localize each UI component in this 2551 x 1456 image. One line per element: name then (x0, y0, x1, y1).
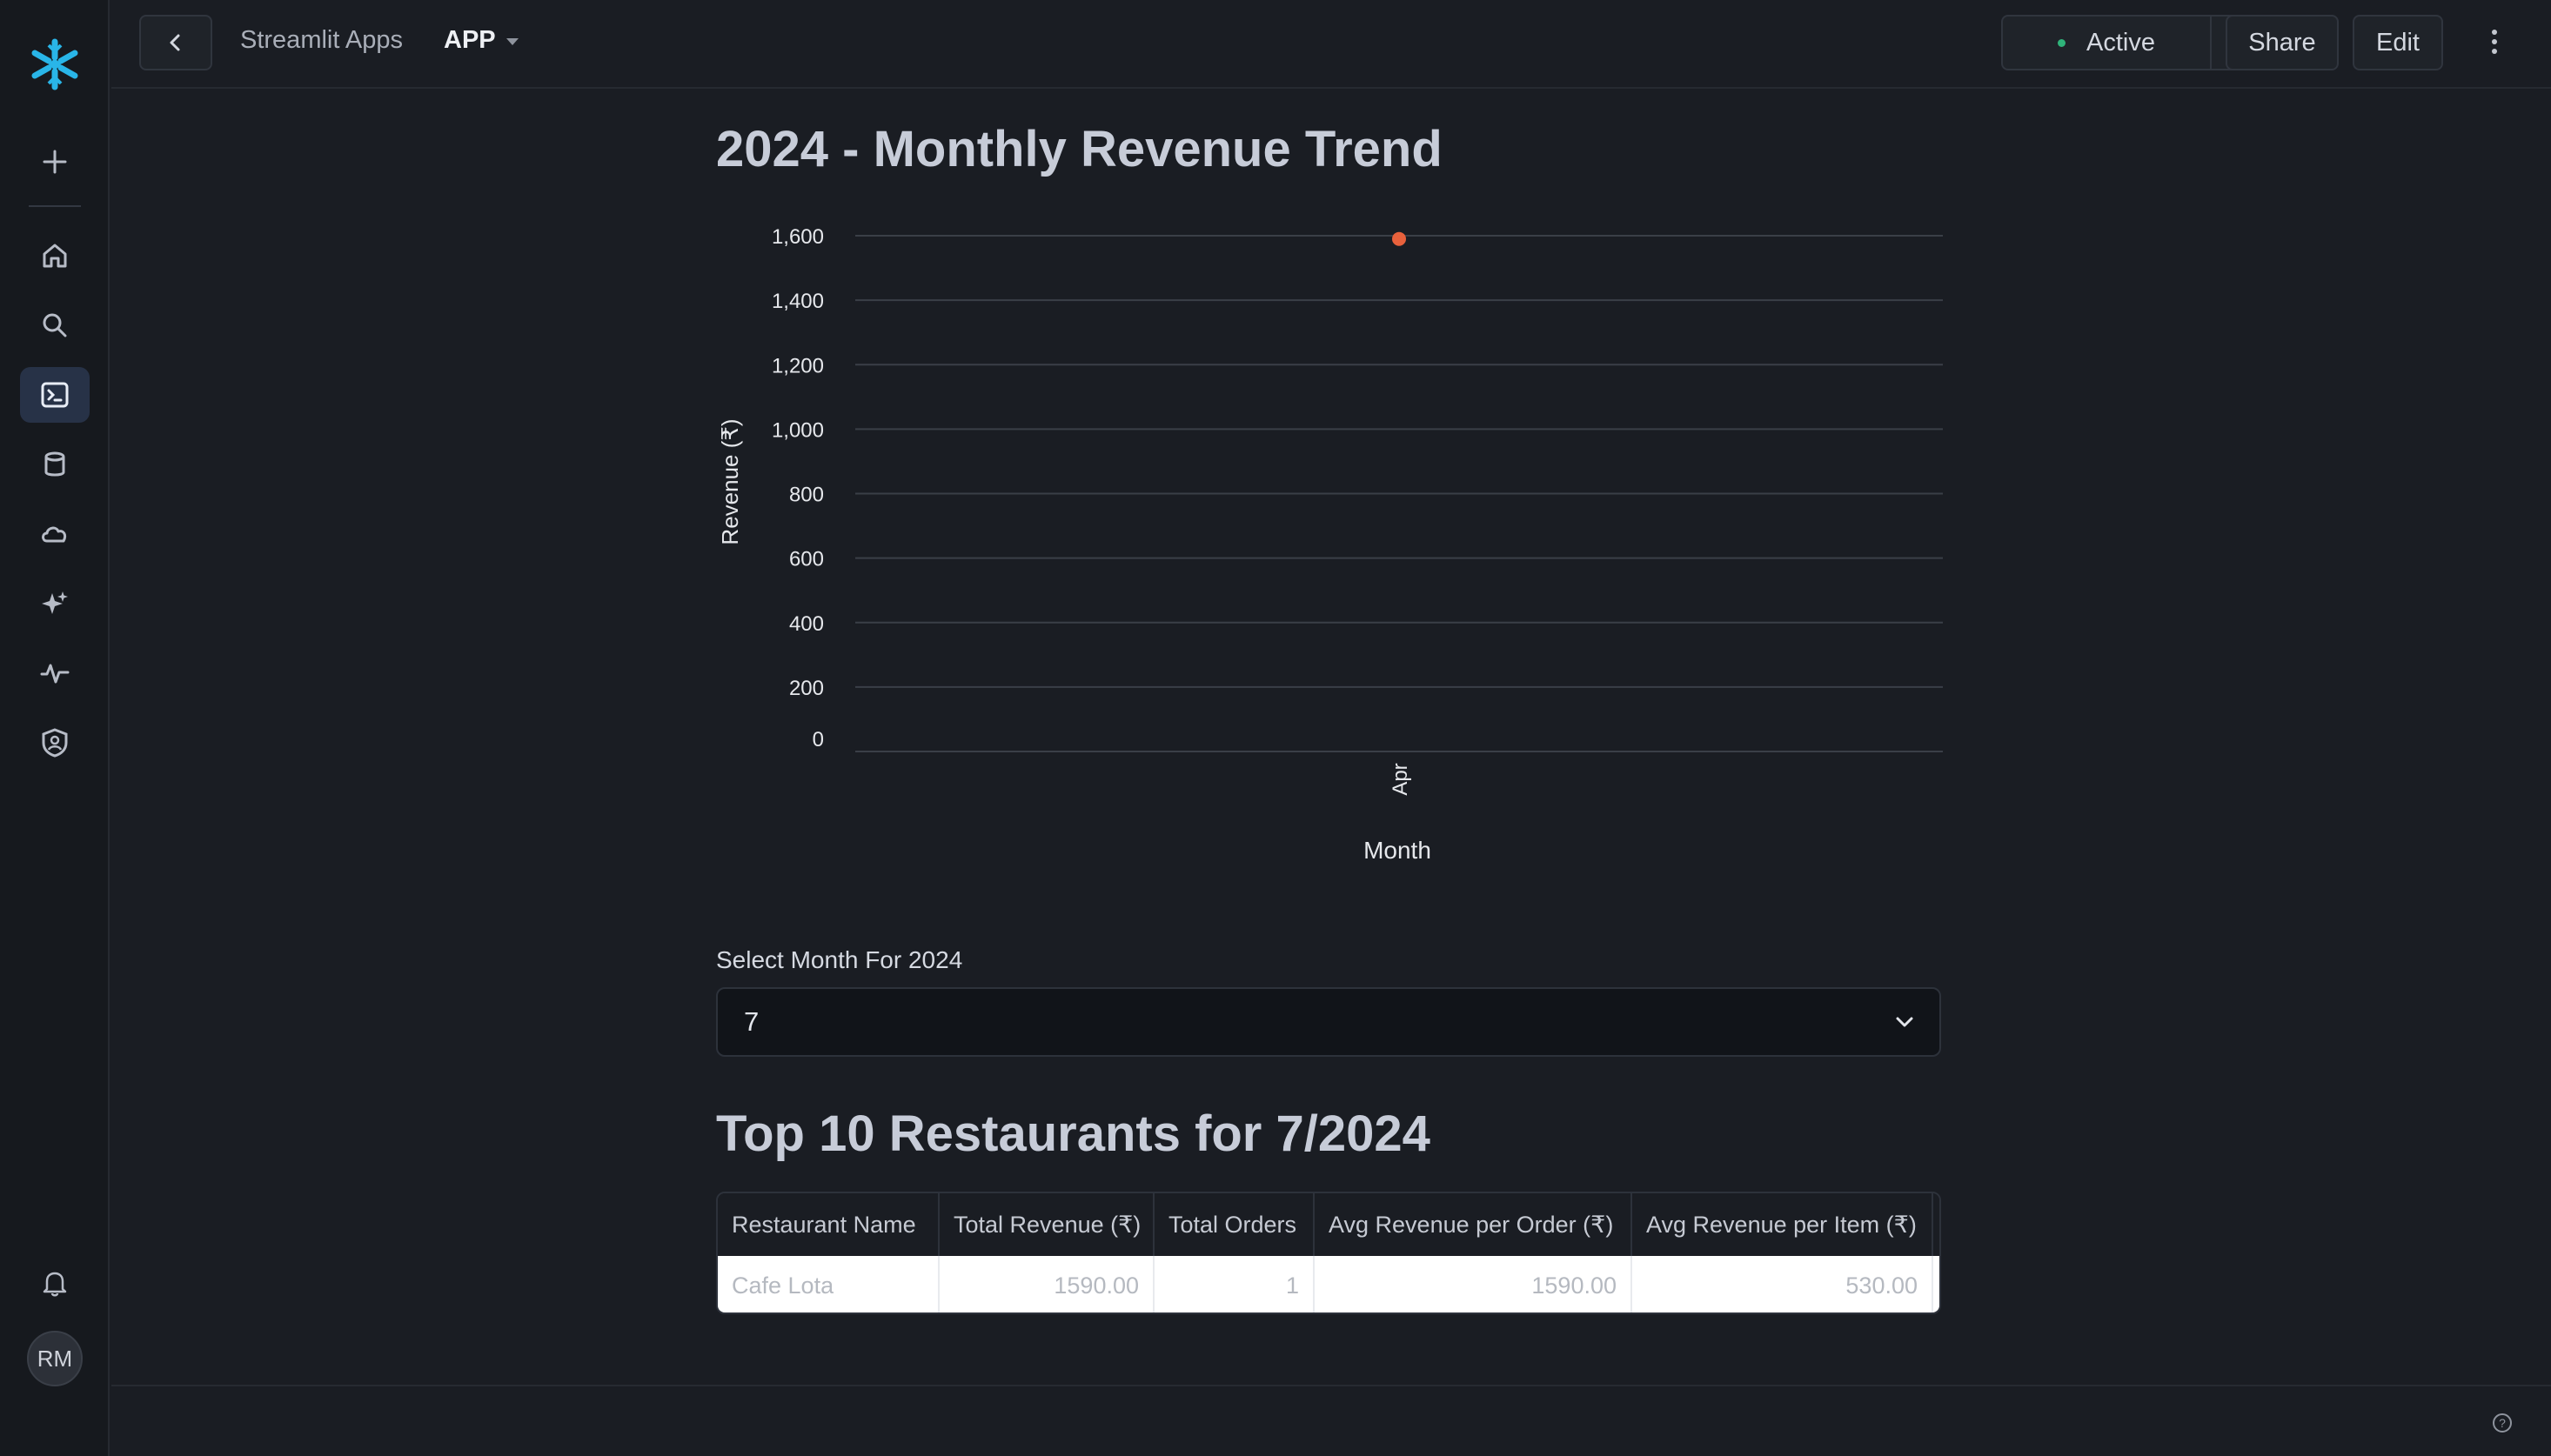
column-header[interactable]: Restaurant Name (718, 1193, 940, 1256)
sidebar-item-ai[interactable] (20, 576, 90, 631)
table-title: Top 10 Restaurants for 7/2024 (716, 1105, 1430, 1162)
month-select-value: 7 (744, 1006, 760, 1037)
month-select[interactable]: 7 (716, 987, 1941, 1057)
chart-y-axis-label: Revenue (₹) (717, 418, 743, 544)
snowflake-logo-icon[interactable] (27, 37, 83, 92)
sidebar-item-home[interactable] (20, 228, 90, 284)
projects-icon (41, 382, 69, 408)
y-tick-label: 1,600 (772, 225, 824, 249)
cloud-icon (42, 526, 67, 543)
table-row[interactable]: Cafe Lota 1590.00 1 1590.00 530.00 (718, 1256, 1939, 1312)
edit-button[interactable]: Edit (2353, 15, 2443, 70)
chart-title: 2024 - Monthly Revenue Trend (716, 121, 1443, 177)
shield-icon (42, 728, 68, 758)
bell-icon (43, 1272, 67, 1297)
chevron-down-icon (1896, 1017, 1913, 1027)
sidebar-divider (29, 205, 81, 207)
ai-sparkle-icon (42, 591, 68, 614)
top-bar: Streamlit Apps APP Active Share Edit (111, 0, 2551, 89)
left-navigation: RM (0, 0, 110, 1456)
caret-down-icon[interactable] (505, 37, 520, 47)
table-cell[interactable]: 1590.00 (940, 1256, 1155, 1312)
status-button[interactable]: Active (2001, 15, 2212, 70)
data-point (1392, 231, 1406, 246)
share-button[interactable]: Share (2226, 15, 2339, 70)
status-label: Active (2086, 28, 2155, 57)
footer-bar: ? (111, 1385, 2551, 1456)
user-avatar[interactable]: RM (27, 1331, 83, 1386)
revenue-trend-chart: Revenue (₹) Month 0 200 400 600 800 1,000 1,20… (717, 225, 1943, 864)
search-icon (43, 313, 67, 337)
sidebar-item-projects[interactable] (20, 367, 90, 423)
y-tick-label: 1,400 (772, 290, 824, 313)
sidebar-item-data[interactable] (20, 437, 90, 492)
breadcrumb-parent[interactable]: Streamlit Apps (240, 26, 403, 55)
y-tick-label: 1,200 (772, 354, 824, 377)
column-header[interactable]: Avg Revenue per Item (₹) (1632, 1193, 1933, 1256)
help-icon[interactable]: ? (2492, 1413, 2513, 1433)
breadcrumb-current[interactable]: APP (444, 26, 496, 55)
table-header: Restaurant Name Total Revenue (₹) Total … (718, 1193, 1939, 1256)
chevron-left-icon (170, 34, 180, 51)
table-cell[interactable]: Cafe Lota (718, 1256, 940, 1312)
table-cell[interactable]: 1 (1155, 1256, 1315, 1312)
y-tick-label: 800 (789, 484, 824, 507)
restaurants-table[interactable]: Restaurant Name Total Revenue (₹) Total … (716, 1192, 1941, 1314)
column-header[interactable]: Total Revenue (₹) (940, 1193, 1155, 1256)
monitoring-icon (40, 664, 70, 684)
home-icon (43, 244, 67, 268)
y-tick-label: 0 (813, 728, 824, 751)
y-tick-label: 200 (789, 677, 824, 700)
column-header[interactable]: Avg Revenue per Order (₹) (1315, 1193, 1632, 1256)
notifications-button[interactable] (20, 1255, 90, 1311)
status-dot-icon (2058, 38, 2066, 47)
y-tick-label: 600 (789, 548, 824, 571)
svg-text:?: ? (2499, 1416, 2506, 1430)
sidebar-item-cloud[interactable] (20, 506, 90, 562)
data-icon (44, 451, 65, 477)
sidebar-item-search[interactable] (20, 297, 90, 353)
y-tick-label: 1,000 (772, 418, 824, 442)
x-tick-label: Apr (1389, 763, 1412, 795)
more-options-icon[interactable] (2490, 28, 2499, 57)
chart-x-axis-label: Month (1363, 837, 1431, 864)
column-header[interactable]: Total Orders (1155, 1193, 1315, 1256)
table-cell[interactable]: 1590.00 (1315, 1256, 1632, 1312)
back-button[interactable] (139, 15, 212, 70)
select-month-label: Select Month For 2024 (716, 946, 963, 973)
add-icon (43, 150, 67, 174)
sidebar-item-monitoring[interactable] (20, 645, 90, 701)
table-cell[interactable]: 530.00 (1632, 1256, 1933, 1312)
y-tick-label: 400 (789, 612, 824, 636)
sidebar-item-admin[interactable] (20, 715, 90, 771)
add-button[interactable] (20, 134, 90, 190)
